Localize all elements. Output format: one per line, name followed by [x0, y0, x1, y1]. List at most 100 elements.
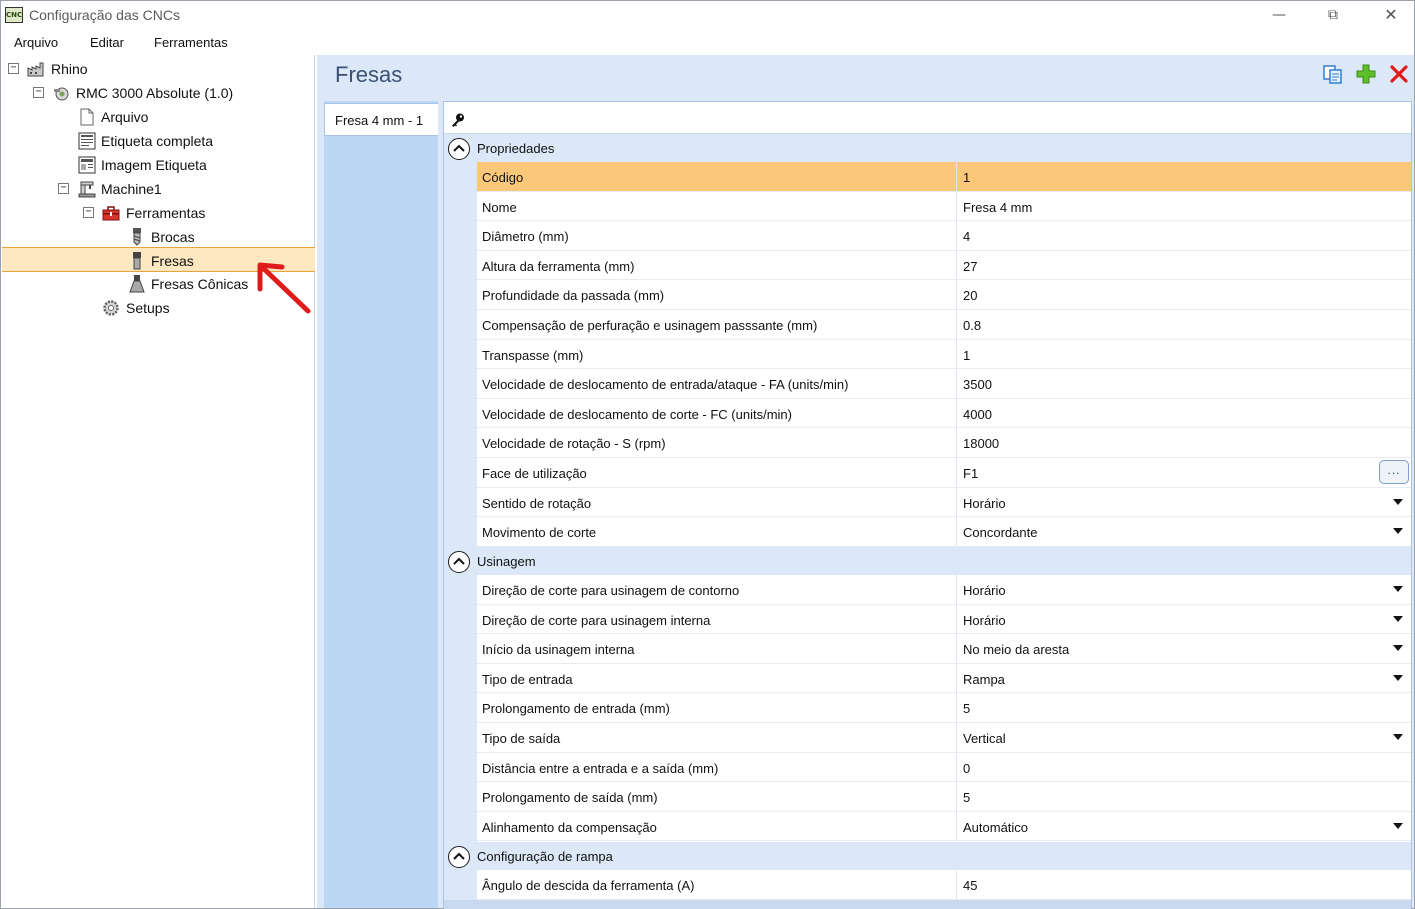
property-grid: Propriedades Código 1 Nome Fresa 4 mm Diâm…: [443, 101, 1412, 909]
property-value[interactable]: Horário: [963, 496, 1006, 511]
property-name: Altura da ferramenta (mm): [482, 258, 635, 274]
group-label: Propriedades: [477, 141, 555, 156]
property-row[interactable]: Ângulo de descida da ferramenta (A) 45: [477, 870, 1411, 900]
property-row[interactable]: Nome Fresa 4 mm: [477, 191, 1411, 222]
column-divider: [956, 604, 957, 634]
dropdown-arrow-icon[interactable]: [1393, 734, 1403, 740]
property-row[interactable]: Sentido de rotação Horário: [477, 487, 1411, 518]
property-value[interactable]: 20: [963, 288, 977, 303]
tool-details-panel: Fresas Fresa 4 mm - 1 Propriedades Códig…: [317, 55, 1414, 909]
property-value[interactable]: 18000: [963, 436, 999, 451]
property-value[interactable]: 5: [963, 790, 970, 805]
property-row[interactable]: Prolongamento de saída (mm) 5: [477, 782, 1411, 812]
dropdown-arrow-icon[interactable]: [1393, 674, 1403, 681]
collapse-circle-icon[interactable]: [448, 551, 470, 573]
add-icon[interactable]: [1355, 63, 1377, 85]
column-divider: [956, 221, 957, 250]
property-row[interactable]: Face de utilização F1...: [477, 458, 1411, 488]
dropdown-arrow-icon[interactable]: [1393, 586, 1403, 592]
tree-item-imagem-etiqueta[interactable]: Imagem Etiqueta: [2, 153, 315, 177]
dropdown-arrow-icon[interactable]: [1393, 615, 1403, 622]
tree-item-brocas[interactable]: Brocas: [2, 225, 315, 249]
tree-item-rmc[interactable]: − RMC 3000 Absolute (1.0): [2, 81, 315, 105]
property-row[interactable]: Distância entre a entrada e a saída (mm)…: [477, 752, 1411, 783]
property-row[interactable]: Profundidade da passada (mm) 20: [477, 280, 1411, 310]
property-value[interactable]: 4000: [963, 407, 992, 422]
tree-item-label: Fresas: [151, 253, 194, 269]
property-value[interactable]: 0: [963, 761, 970, 776]
tab-fresa-4mm[interactable]: Fresa 4 mm - 1: [324, 103, 438, 136]
menu-arquivo[interactable]: Arquivo: [14, 35, 58, 50]
property-row[interactable]: Prolongamento de entrada (mm) 5: [477, 693, 1411, 723]
property-name: Velocidade de rotação - S (rpm): [482, 436, 666, 452]
property-row[interactable]: Velocidade de rotação - S (rpm) 18000: [477, 428, 1411, 458]
property-value[interactable]: 3500: [963, 377, 992, 392]
header-actions: [1322, 63, 1412, 87]
collapse-toggle[interactable]: −: [83, 207, 94, 218]
property-row[interactable]: Velocidade de deslocamento de entrada/at…: [477, 369, 1411, 399]
property-row[interactable]: Tipo de entrada Rampa: [477, 663, 1411, 694]
column-divider: [956, 693, 957, 722]
collapse-toggle[interactable]: −: [33, 87, 44, 98]
ellipsis-button[interactable]: ...: [1379, 460, 1409, 484]
group-usinagem[interactable]: Usinagem: [444, 547, 1411, 575]
property-value[interactable]: 45: [963, 878, 977, 893]
group-propriedades[interactable]: Propriedades: [444, 134, 1411, 162]
delete-icon[interactable]: [1388, 63, 1410, 85]
dropdown-arrow-icon[interactable]: [1393, 528, 1403, 535]
property-value[interactable]: Rampa: [963, 672, 1005, 687]
property-row[interactable]: Diâmetro (mm) 4: [477, 221, 1411, 251]
dropdown-arrow-icon[interactable]: [1393, 645, 1403, 652]
group-label: Usinagem: [477, 554, 536, 569]
property-row[interactable]: Transpasse (mm) 1: [477, 339, 1411, 370]
property-row[interactable]: Altura da ferramenta (mm) 27: [477, 250, 1411, 281]
property-value[interactable]: 1: [963, 348, 970, 363]
property-row[interactable]: Código 1: [477, 162, 1411, 192]
property-value[interactable]: Concordante: [963, 525, 1037, 540]
property-row[interactable]: Alinhamento da compensação Automático: [477, 811, 1411, 842]
dropdown-arrow-icon[interactable]: [1393, 498, 1403, 505]
property-value[interactable]: Vertical: [963, 731, 1006, 746]
duplicate-icon[interactable]: [1322, 63, 1344, 85]
dropdown-arrow-icon[interactable]: [1393, 822, 1403, 829]
property-value[interactable]: 5: [963, 701, 970, 716]
column-divider: [956, 811, 957, 841]
tree-item-arquivo[interactable]: Arquivo: [2, 105, 315, 129]
menu-editar[interactable]: Editar: [90, 35, 124, 50]
tree-item-etiqueta-completa[interactable]: Etiqueta completa: [2, 129, 315, 153]
menu-ferramentas[interactable]: Ferramentas: [154, 35, 228, 50]
restore-button[interactable]: ⧉: [1310, 5, 1356, 27]
group-rampa[interactable]: Configuração de rampa: [444, 842, 1411, 870]
collapse-toggle[interactable]: −: [58, 183, 69, 194]
property-value[interactable]: 4: [963, 229, 970, 244]
key-icon[interactable]: [450, 112, 466, 128]
property-value[interactable]: No meio da aresta: [963, 642, 1069, 657]
property-row[interactable]: Movimento de corte Concordante: [477, 517, 1411, 547]
property-row[interactable]: Direção de corte para usinagem interna Ho…: [477, 604, 1411, 635]
property-row[interactable]: Velocidade de deslocamento de corte - FC…: [477, 398, 1411, 429]
column-divider: [956, 398, 957, 428]
collapse-circle-icon[interactable]: [448, 846, 470, 868]
property-value[interactable]: Automático: [963, 820, 1028, 835]
property-row[interactable]: Tipo de saída Vertical: [477, 723, 1411, 753]
property-row[interactable]: Direção de corte para usinagem de contor…: [477, 575, 1411, 605]
property-value[interactable]: 0.8: [963, 318, 981, 333]
property-value[interactable]: Fresa 4 mm: [963, 200, 1032, 215]
minimize-button[interactable]: —: [1256, 5, 1302, 27]
tree-item-ferramentas[interactable]: − Ferramentas: [2, 201, 315, 225]
property-value[interactable]: F1: [963, 466, 978, 481]
tree-item-machine1[interactable]: − Machine1: [2, 177, 315, 201]
collapse-toggle[interactable]: −: [8, 63, 19, 74]
property-row[interactable]: Início da usinagem interna No meio da are…: [477, 634, 1411, 664]
column-divider: [956, 310, 957, 339]
machine-gear-icon: [54, 87, 69, 101]
property-value[interactable]: Horário: [963, 583, 1006, 598]
property-value[interactable]: 1: [963, 170, 970, 185]
property-row[interactable]: Compensação de perfuração e usinagem pas…: [477, 310, 1411, 340]
property-value[interactable]: Horário: [963, 613, 1006, 628]
collapse-circle-icon[interactable]: [448, 138, 470, 160]
close-window-button[interactable]: ✕: [1368, 5, 1414, 27]
tree-item-rhino[interactable]: − Rhino: [2, 57, 315, 81]
property-value[interactable]: 27: [963, 259, 977, 274]
property-name: Direção de corte para usinagem de contor…: [482, 583, 740, 598]
